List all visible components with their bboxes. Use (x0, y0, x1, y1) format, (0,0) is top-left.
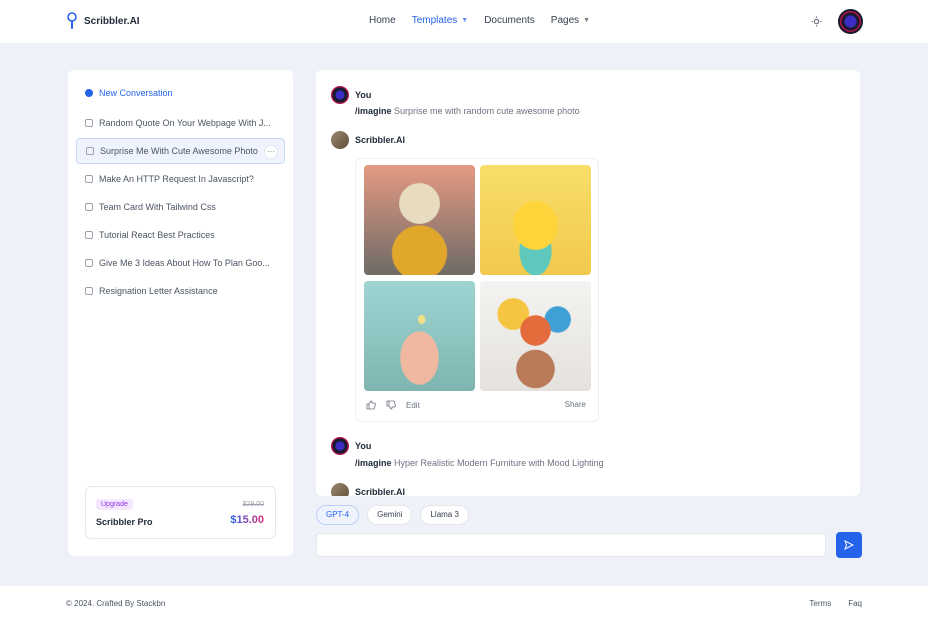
send-button[interactable] (836, 532, 862, 558)
chat-icon (85, 287, 93, 295)
generated-images-card: Edit Share (355, 158, 599, 422)
message-header: You (331, 86, 371, 104)
message-body: Hyper Realistic Modern Furniture with Mo… (394, 458, 604, 468)
message-author: Scribbler.AI (355, 135, 406, 145)
image-actions: Edit (366, 400, 420, 410)
theme-toggle-sun-icon[interactable] (811, 16, 822, 27)
new-conversation-label: New Conversation (99, 88, 173, 98)
chat-icon (85, 175, 93, 183)
conversation-title: Tutorial React Best Practices (99, 230, 215, 240)
footer: © 2024. Crafted By Stackbn Terms Faq (0, 586, 928, 621)
nav-home-label: Home (369, 15, 396, 26)
message-author: You (355, 441, 372, 451)
generated-image[interactable] (364, 281, 475, 391)
bot-avatar (331, 483, 349, 496)
message-command: /imagine (355, 106, 392, 116)
logo-icon (67, 12, 77, 29)
plan-name: Scribbler Pro (96, 517, 153, 527)
user-avatar (331, 86, 349, 104)
footer-links: Terms Faq (809, 599, 862, 608)
nav-documents-label: Documents (484, 15, 535, 26)
chat-icon (85, 203, 93, 211)
chat-panel: You /imagine Surprise me with random cut… (316, 70, 860, 496)
nav-pages-label: Pages (550, 15, 580, 26)
conversation-item[interactable]: Random Quote On Your Webpage With J... (76, 110, 285, 136)
conversation-item[interactable]: Give Me 3 Ideas About How To Plan Goo... (76, 250, 285, 276)
brand-logo[interactable]: Scribbler.AI (66, 12, 140, 30)
conversation-title: Make An HTTP Request In Javascript? (99, 174, 254, 184)
thumbs-up-icon[interactable] (366, 400, 376, 410)
conversation-title: Give Me 3 Ideas About How To Plan Goo... (99, 258, 270, 268)
conversation-title: Random Quote On Your Webpage With J... (99, 118, 271, 128)
chevron-down-icon: ▼ (461, 17, 469, 24)
chevron-down-icon: ▼ (583, 17, 591, 24)
chat-icon (85, 231, 93, 239)
footer-link-faq[interactable]: Faq (848, 599, 862, 608)
conversation-title: Resignation Letter Assistance (99, 286, 218, 296)
nav-documents[interactable]: Documents (484, 15, 535, 26)
message-text: /imagine Surprise me with random cute aw… (355, 106, 580, 116)
main-nav: Home Templates ▼ Documents Pages ▼ (369, 15, 590, 26)
conversation-title: Team Card With Tailwind Css (99, 202, 216, 212)
conversation-item[interactable]: Make An HTTP Request In Javascript? (76, 166, 285, 192)
chat-icon (85, 119, 93, 127)
generated-image[interactable] (364, 165, 475, 275)
copyright: © 2024. Crafted By Stackbn (66, 599, 166, 608)
plus-circle-icon (85, 89, 93, 97)
message-header: Scribbler.AI (331, 483, 405, 496)
send-icon (844, 540, 854, 550)
conversation-item-selected[interactable]: Surprise Me With Cute Awesome Photo ··· (76, 138, 285, 164)
prompt-input[interactable] (316, 533, 826, 557)
message-author: You (355, 90, 372, 100)
conversation-item[interactable]: Team Card With Tailwind Css (76, 194, 285, 220)
conversation-item[interactable]: Tutorial React Best Practices (76, 222, 285, 248)
upgrade-card[interactable]: Upgrade Scribbler Pro $29.00 $15.00 (85, 486, 276, 539)
message-command: /imagine (355, 458, 392, 468)
conversation-title: Surprise Me With Cute Awesome Photo (100, 146, 258, 156)
message-author: Scribbler.AI (355, 487, 406, 496)
footer-link-terms[interactable]: Terms (809, 599, 831, 608)
message-body: Surprise me with random cute awesome pho… (394, 106, 580, 116)
more-options-button[interactable]: ··· (264, 145, 278, 159)
message-text: /imagine Hyper Realistic Modern Furnitur… (355, 458, 604, 468)
nav-home[interactable]: Home (369, 15, 396, 26)
model-pill-gemini[interactable]: Gemini (367, 505, 413, 525)
nav-templates[interactable]: Templates ▼ (412, 15, 469, 26)
message-header: Scribbler.AI (331, 131, 405, 149)
new-conversation-button[interactable]: New Conversation (76, 80, 285, 106)
model-selector: GPT-4 Gemini Llama 3 (316, 505, 469, 525)
generated-image[interactable] (480, 165, 591, 275)
model-pill-llama[interactable]: Llama 3 (420, 505, 469, 525)
old-price: $29.00 (242, 501, 264, 508)
conversation-item[interactable]: Resignation Letter Assistance (76, 278, 285, 304)
model-pill-gpt4[interactable]: GPT-4 (316, 505, 360, 525)
bot-avatar (331, 131, 349, 149)
user-avatar (331, 437, 349, 455)
nav-templates-label: Templates (411, 15, 458, 26)
top-navbar: Scribbler.AI Home Templates ▼ Documents … (0, 0, 928, 43)
edit-button[interactable]: Edit (406, 401, 420, 410)
brand-name: Scribbler.AI (84, 15, 140, 27)
generated-image[interactable] (480, 281, 591, 391)
share-button[interactable]: Share (565, 400, 586, 409)
chat-icon (85, 259, 93, 267)
chat-icon (86, 147, 94, 155)
message-header: You (331, 437, 371, 455)
upgrade-badge: Upgrade (96, 499, 133, 510)
plan-price: $15.00 (230, 514, 264, 526)
user-avatar[interactable] (838, 9, 863, 34)
thumbs-down-icon[interactable] (386, 400, 396, 410)
nav-pages[interactable]: Pages ▼ (551, 15, 590, 26)
